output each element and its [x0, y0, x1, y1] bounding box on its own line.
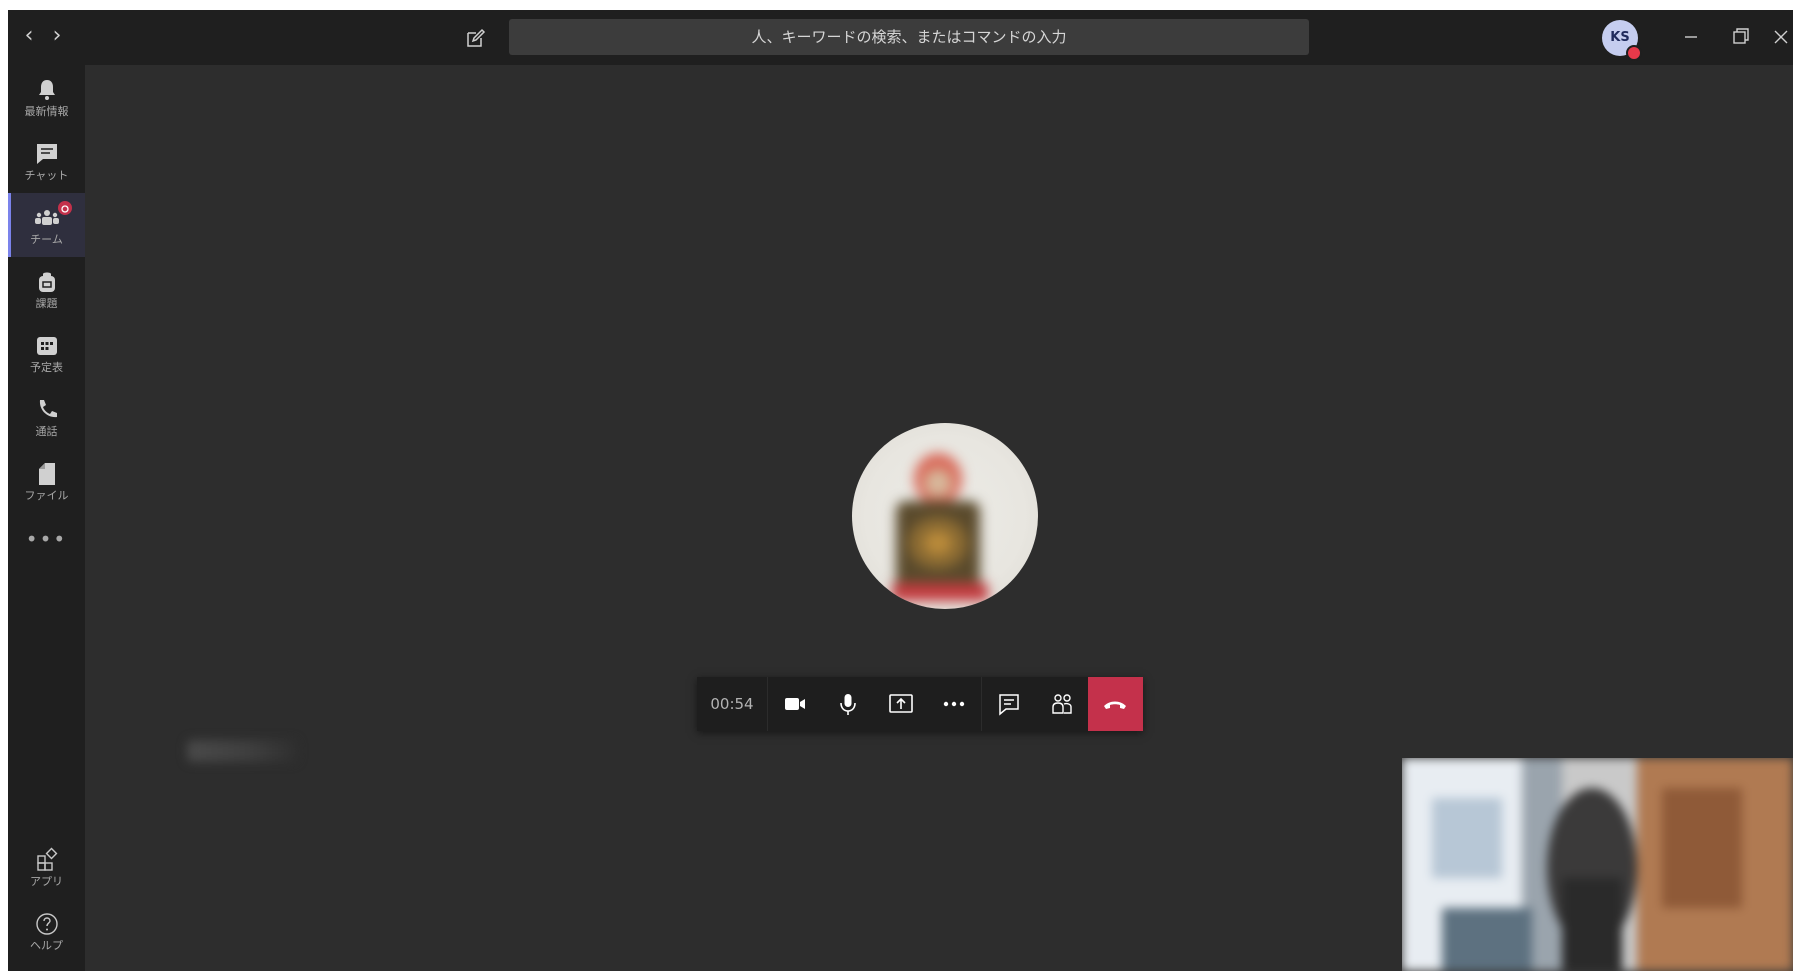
- title-bar: ‹ › 人、キーワードの検索、またはコマンドの入力 KS: [8, 10, 1793, 65]
- self-video-feed: [1402, 758, 1793, 971]
- forward-arrow-icon[interactable]: ›: [46, 24, 68, 48]
- hangup-icon: [1104, 701, 1126, 709]
- rail-item-apps[interactable]: アプリ: [8, 835, 85, 899]
- rail-item-files[interactable]: ファイル: [8, 449, 85, 513]
- backpack-icon: [34, 269, 60, 295]
- close-icon[interactable]: [1769, 22, 1793, 52]
- file-icon: [34, 461, 60, 487]
- rail-label: ファイル: [24, 489, 69, 502]
- help-icon: [34, 911, 60, 937]
- phone-icon: [34, 397, 60, 423]
- app-root: ‹ › 人、キーワードの検索、またはコマンドの入力 KS 最新情報 チャット チ…: [0, 0, 1793, 971]
- more-apps-icon[interactable]: •••: [8, 525, 85, 565]
- share-screen-icon: [889, 694, 913, 713]
- rail-item-teams[interactable]: チーム: [8, 193, 85, 257]
- rail-item-chat[interactable]: チャット: [8, 129, 85, 193]
- search-input[interactable]: 人、キーワードの検索、またはコマンドの入力: [509, 19, 1309, 55]
- back-arrow-icon[interactable]: ‹: [18, 24, 40, 48]
- teams-window: ‹ › 人、キーワードの検索、またはコマンドの入力 KS 最新情報 チャット チ…: [8, 10, 1793, 971]
- rail-item-calendar[interactable]: 予定表: [8, 321, 85, 385]
- microphone-icon: [840, 694, 856, 715]
- show-participants-button[interactable]: [1035, 677, 1088, 731]
- rail-item-activity[interactable]: 最新情報: [8, 65, 85, 129]
- rail-label: チーム: [30, 233, 63, 246]
- rail-item-help[interactable]: ヘルプ: [8, 899, 85, 963]
- rail-label: ヘルプ: [30, 939, 63, 952]
- call-controls-bar: 00:54: [697, 677, 1143, 731]
- restore-icon[interactable]: [1721, 22, 1761, 52]
- rail-item-assignments[interactable]: 課題: [8, 257, 85, 321]
- share-screen-button[interactable]: [874, 677, 927, 731]
- app-bar: 最新情報 チャット チーム 課題 予定表 通話 ファイル ••• アプリ ヘルプ: [8, 65, 85, 971]
- call-duration: 00:54: [697, 677, 768, 731]
- rail-label: アプリ: [30, 875, 63, 888]
- calendar-icon: [34, 333, 60, 359]
- call-stage: 00:54: [85, 65, 1793, 971]
- participants-icon: [1052, 694, 1072, 714]
- status-indicator-icon: [1626, 45, 1642, 61]
- rail-label: 通話: [35, 425, 58, 438]
- bell-icon: [34, 77, 60, 103]
- show-conversation-button[interactable]: [982, 677, 1035, 731]
- participant-avatar: [852, 423, 1038, 609]
- rail-label: 最新情報: [24, 105, 69, 118]
- compose-icon[interactable]: [463, 27, 487, 51]
- self-video-preview: [1402, 758, 1793, 971]
- mention-badge-icon: [56, 199, 74, 217]
- hang-up-button[interactable]: [1088, 677, 1143, 731]
- apps-icon: [34, 847, 60, 873]
- chat-icon: [34, 141, 60, 167]
- microphone-button[interactable]: [821, 677, 874, 731]
- participant-name-blurred: [187, 740, 297, 762]
- more-options-icon: [943, 701, 965, 707]
- camera-icon: [785, 698, 805, 710]
- camera-button[interactable]: [768, 677, 821, 731]
- minimize-icon[interactable]: [1671, 22, 1711, 52]
- more-options-button[interactable]: [927, 677, 980, 731]
- chat-icon: [999, 694, 1019, 716]
- rail-label: 課題: [35, 297, 58, 310]
- rail-item-calls[interactable]: 通話: [8, 385, 85, 449]
- rail-label: 予定表: [30, 361, 63, 374]
- rail-label: チャット: [24, 169, 69, 182]
- participant-photo: [892, 453, 988, 601]
